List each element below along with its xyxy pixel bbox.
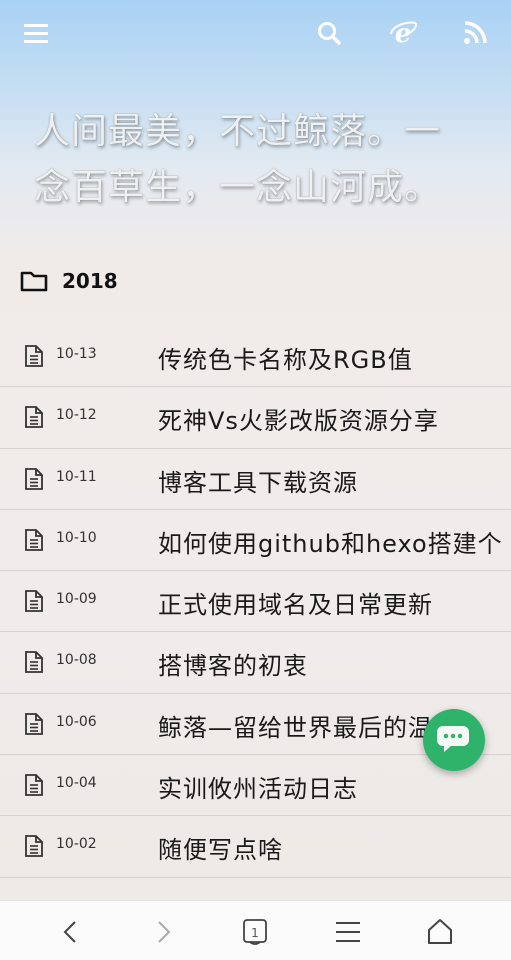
post-item[interactable]: 10-09 正式使用域名及日常更新 (0, 571, 511, 633)
post-date: 10-12 (56, 407, 97, 424)
document-icon (25, 406, 43, 429)
post-item[interactable]: 10-10 如何使用github和hexo搭建个 (0, 510, 511, 572)
back-icon[interactable] (56, 917, 86, 947)
tab-count: 1 (251, 926, 259, 940)
archive-year-heading: 2018 (20, 264, 118, 298)
menu-icon[interactable] (333, 917, 363, 947)
post-date: 10-06 (56, 713, 97, 730)
chat-fab-button[interactable] (423, 709, 485, 771)
post-title[interactable]: 博客工具下载资源 (158, 463, 358, 498)
post-title[interactable]: 搭博客的初衷 (158, 646, 308, 681)
post-date: 10-02 (56, 836, 97, 853)
document-icon (25, 345, 43, 367)
folder-icon (20, 271, 48, 292)
menu-icon[interactable] (24, 20, 50, 46)
post-date: 10-10 (56, 529, 97, 546)
forward-icon[interactable] (148, 917, 178, 947)
rss-icon[interactable] (462, 20, 488, 46)
post-item[interactable]: 10-08 搭博客的初衷 (0, 632, 511, 694)
post-title[interactable]: 随便写点啥 (158, 830, 283, 865)
post-date: 10-08 (56, 652, 97, 669)
post-date: 10-13 (56, 346, 97, 362)
post-list: 10-13 传统色卡名称及RGB值 10-12 死神Vs火影改版资源分享 10-… (0, 326, 511, 878)
ie-icon[interactable]: e (388, 18, 418, 49)
year-label: 2018 (62, 269, 118, 293)
post-title[interactable]: 实训攸州活动日志 (158, 769, 358, 804)
home-icon[interactable] (425, 917, 455, 947)
post-date: 10-09 (56, 591, 97, 608)
post-item[interactable]: 10-02 随便写点啥 (0, 816, 511, 878)
hero-quote: 人间最美，不过鲸落。一 念百草生，一念山河成。 (34, 104, 474, 216)
chat-bubbles-icon (437, 726, 469, 752)
browser-bottom-nav: 1 (0, 900, 511, 960)
hero-line-2: 念百草生，一念山河成。 (34, 167, 442, 208)
search-icon[interactable] (316, 20, 342, 46)
post-date: 10-11 (56, 468, 97, 485)
post-title[interactable]: 传统色卡名称及RGB值 (158, 340, 413, 375)
document-icon (25, 712, 43, 735)
post-item[interactable]: 10-12 死神Vs火影改版资源分享 (0, 387, 511, 449)
document-icon (25, 590, 43, 613)
hero-line-1: 人间最美，不过鲸落。一 (34, 111, 442, 152)
post-date: 10-04 (56, 775, 97, 792)
post-item[interactable]: 10-11 博客工具下载资源 (0, 449, 511, 510)
document-icon (25, 774, 43, 796)
document-icon (25, 467, 43, 490)
post-title[interactable]: 鲸落—留给世界最后的温柔 (158, 708, 458, 743)
document-icon (25, 835, 43, 858)
document-icon (25, 528, 43, 551)
post-title[interactable]: 死神Vs火影改版资源分享 (158, 401, 439, 436)
top-bar: e (0, 0, 511, 70)
post-title[interactable]: 正式使用域名及日常更新 (158, 585, 433, 620)
document-icon (25, 651, 43, 674)
post-item[interactable]: 10-13 传统色卡名称及RGB值 (0, 326, 511, 388)
tabs-icon[interactable]: 1 (240, 917, 270, 947)
post-title[interactable]: 如何使用github和hexo搭建个 (158, 524, 503, 559)
